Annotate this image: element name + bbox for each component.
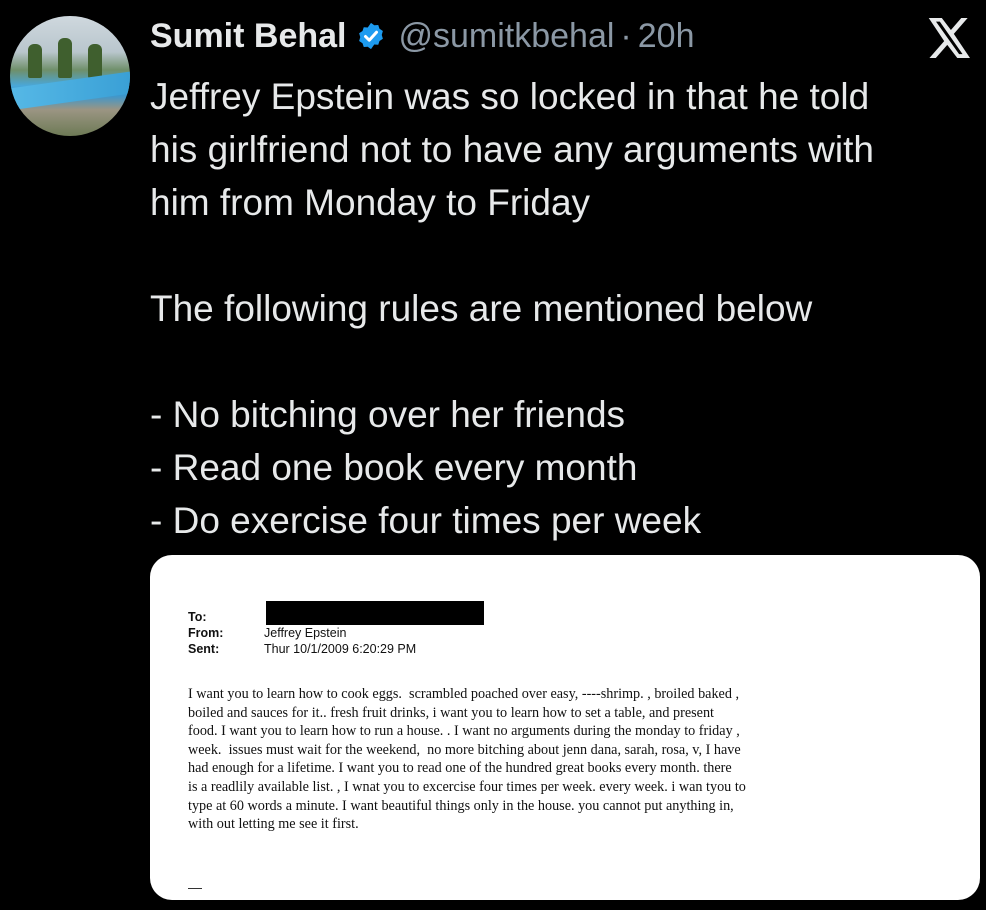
separator-dot: · — [620, 16, 632, 55]
email-body: I want you to learn how to cook eggs. sc… — [188, 686, 746, 833]
sent-label: Sent: — [188, 642, 220, 656]
avatar-tree — [88, 44, 102, 78]
from-value: Jeffrey Epstein — [264, 626, 347, 640]
to-label: To: — [188, 610, 207, 624]
tweet-header: Sumit Behal @sumitkbehal · 20h — [150, 14, 694, 58]
author-name[interactable]: Sumit Behal — [150, 17, 346, 56]
tweet-text: Jeffrey Epstein was so locked in that he… — [150, 76, 874, 541]
author-handle[interactable]: @sumitkbehal — [398, 17, 614, 56]
sent-value: Thur 10/1/2009 6:20:29 PM — [264, 642, 417, 656]
page-dash — [188, 888, 202, 889]
from-label: From: — [188, 626, 224, 640]
x-logo-icon[interactable] — [928, 18, 972, 58]
avatar-tree — [58, 38, 72, 78]
attached-image[interactable]: To: From: Jeffrey Epstein Sent: Thur 10/1/… — [150, 555, 980, 900]
verified-badge-icon — [359, 22, 384, 50]
tweet-timestamp[interactable]: 20h — [638, 17, 695, 56]
avatar[interactable] — [10, 16, 130, 136]
avatar-tree — [28, 44, 42, 78]
redaction-bar — [266, 601, 484, 625]
